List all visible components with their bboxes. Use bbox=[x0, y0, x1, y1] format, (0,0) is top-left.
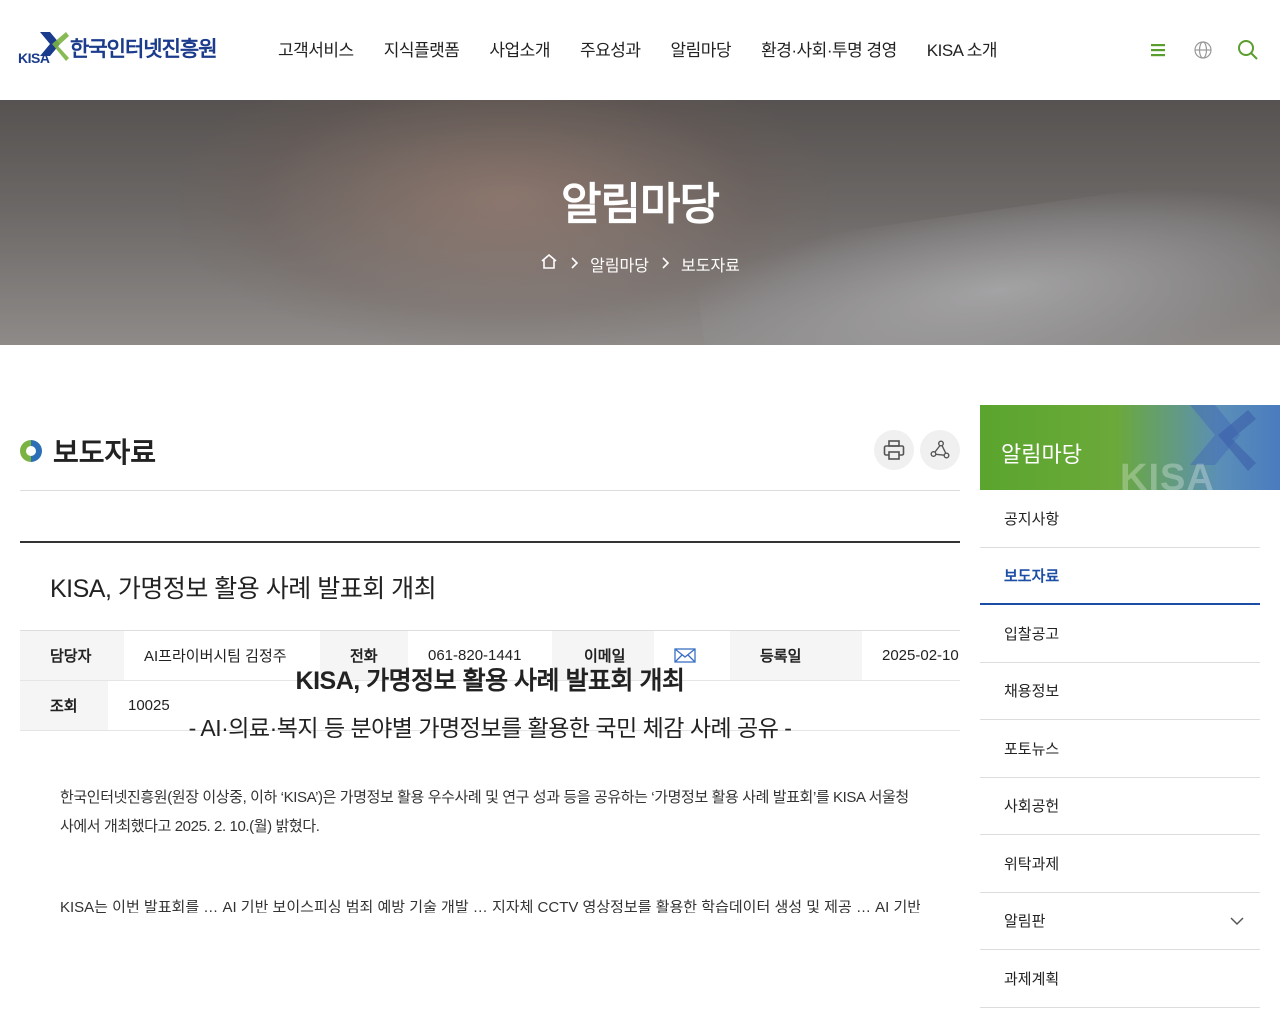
article-paragraph: 한국인터넷진흥원(원장 이상중, 이하 ‘KISA’)은 가명정보 활용 우수사… bbox=[60, 789, 909, 835]
breadcrumb-item-press[interactable]: 보도자료 bbox=[681, 252, 740, 276]
logo-kisa-text: KISA bbox=[18, 50, 50, 66]
side-menu-watermark: KISA bbox=[1120, 457, 1215, 490]
chevron-down-icon[interactable] bbox=[1230, 913, 1244, 930]
side-menu-item-label: 입찰공고 bbox=[1004, 625, 1060, 643]
page-tools bbox=[868, 430, 960, 470]
share-button[interactable] bbox=[920, 430, 960, 470]
breadcrumb-item-news[interactable]: 알림마당 bbox=[590, 252, 649, 276]
side-menu-item-bulletin[interactable]: 알림판 bbox=[980, 893, 1260, 950]
side-menu-item-label: 포토뉴스 bbox=[1004, 740, 1060, 758]
nav-item-esg[interactable]: 환경·사회·투명 경영 bbox=[761, 36, 897, 61]
nav-item-customer-service[interactable]: 고객서비스 bbox=[278, 36, 354, 61]
hamburger-menu-icon[interactable] bbox=[1146, 38, 1170, 62]
site-header: KISA 한국인터넷진흥원 고객서비스 지식플랫폼 사업소개 주요성과 알림마당… bbox=[0, 0, 1280, 100]
main-content: 보도자료 KISA, 가명정보 활용 사례 발표회 개최 담당자 AI프라이버시… bbox=[20, 405, 960, 913]
title-bullet-icon bbox=[20, 440, 42, 462]
side-menu-item-bids[interactable]: 입찰공고 bbox=[980, 605, 1260, 663]
search-icon[interactable] bbox=[1236, 38, 1260, 62]
side-menu-item-label: 사회공헌 bbox=[1004, 798, 1060, 816]
side-menu-item-recruit[interactable]: 채용정보 bbox=[980, 663, 1260, 720]
side-menu-item-commissioned[interactable]: 위탁과제 bbox=[980, 835, 1260, 893]
nav-item-achievements[interactable]: 주요성과 bbox=[580, 36, 641, 61]
nav-item-news[interactable]: 알림마당 bbox=[671, 36, 732, 61]
article-subheadline: - AI·의료·복지 등 분야별 가명정보를 활용한 국민 체감 사례 공유 - bbox=[188, 715, 792, 741]
side-menu-title: 알림마당 bbox=[1001, 442, 1082, 467]
article-headline: KISA, 가명정보 활용 사례 발표회 개최 bbox=[295, 667, 685, 695]
breadcrumb: 알림마당 보도자료 bbox=[0, 252, 1280, 276]
kisa-logo[interactable]: KISA 한국인터넷진흥원 bbox=[18, 28, 218, 68]
article-subject: KISA, 가명정보 활용 사례 발표회 개최 bbox=[20, 543, 960, 631]
globe-icon[interactable] bbox=[1191, 38, 1215, 62]
main-nav: 고객서비스 지식플랫폼 사업소개 주요성과 알림마당 환경·사회·투명 경영 K… bbox=[278, 36, 1027, 61]
side-menu-item-notice[interactable]: 공지사항 bbox=[980, 490, 1260, 548]
side-menu-item-label: 보도자료 bbox=[1004, 567, 1060, 585]
side-menu-list: 공지사항 보도자료 입찰공고 채용정보 포토뉴스 사회공헌 위탁과제 알림판 과… bbox=[980, 490, 1260, 1008]
page-title: 보도자료 bbox=[53, 437, 157, 468]
side-menu-item-label: 공지사항 bbox=[1004, 510, 1060, 528]
banner-title: 알림마당 bbox=[561, 180, 720, 229]
logo-org-name: 한국인터넷진흥원 bbox=[70, 38, 218, 61]
kisa-logo-mark: KISA bbox=[18, 30, 70, 66]
utility-icons bbox=[1125, 38, 1260, 62]
nav-item-about[interactable]: KISA 소개 bbox=[927, 36, 998, 61]
side-menu: KISA 알림마당 공지사항 보도자료 입찰공고 채용정보 포토뉴스 사회공헌 … bbox=[980, 405, 1280, 1008]
side-menu-item-press[interactable]: 보도자료 bbox=[980, 548, 1260, 605]
side-menu-header: KISA 알림마당 bbox=[980, 405, 1280, 490]
side-menu-item-photo-news[interactable]: 포토뉴스 bbox=[980, 720, 1260, 778]
side-menu-item-label: 과제계획 bbox=[1004, 970, 1060, 988]
article-paragraph-2: KISA는 이번 발표회를 … AI 기반 보이스피싱 범죄 예방 기술 개발 … bbox=[60, 899, 920, 913]
side-menu-item-label: 위탁과제 bbox=[1004, 855, 1060, 873]
nav-item-knowledge-platform[interactable]: 지식플랫폼 bbox=[384, 36, 460, 61]
print-button[interactable] bbox=[874, 430, 914, 470]
chevron-right-icon bbox=[661, 256, 670, 272]
share-icon bbox=[930, 440, 950, 459]
section-banner: 알림마당 알림마당 보도자료 bbox=[0, 100, 1280, 345]
page-title-row: 보도자료 bbox=[20, 405, 960, 491]
nav-item-business[interactable]: 사업소개 bbox=[489, 36, 550, 61]
side-menu-item-label: 채용정보 bbox=[1004, 683, 1060, 701]
article-body: KISA, 가명정보 활용 사례 발표회 개최 - AI·의료·복지 등 분야별… bbox=[20, 661, 960, 913]
side-menu-item-plan[interactable]: 과제계획 bbox=[980, 950, 1260, 1008]
print-icon bbox=[883, 440, 905, 460]
chevron-right-icon bbox=[570, 256, 579, 272]
side-menu-item-social-contribution[interactable]: 사회공헌 bbox=[980, 778, 1260, 835]
side-menu-item-label: 알림판 bbox=[1004, 913, 1046, 931]
home-icon[interactable] bbox=[540, 253, 558, 275]
